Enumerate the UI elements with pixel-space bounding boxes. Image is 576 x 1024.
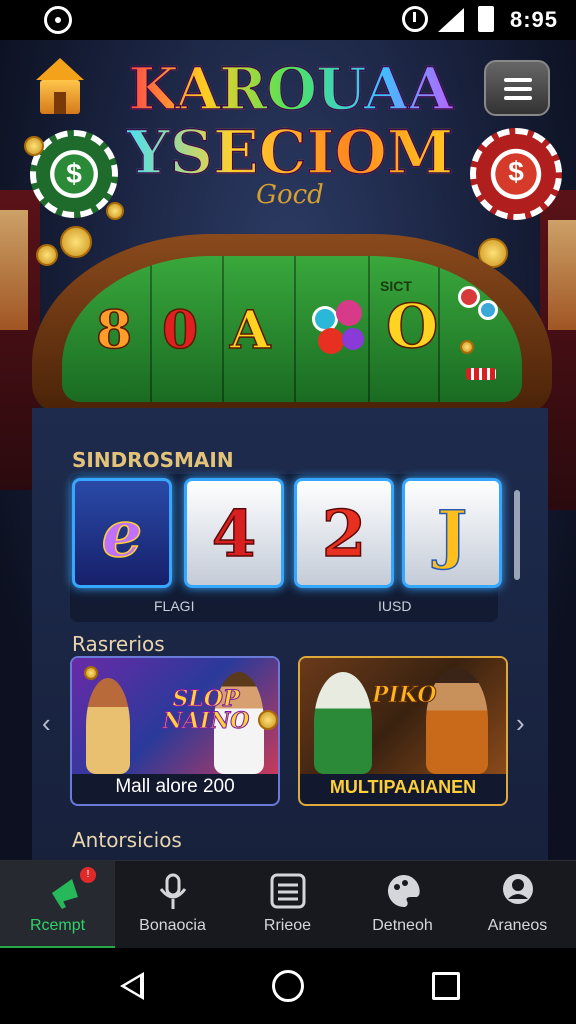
- small-chip-icon: [478, 300, 498, 320]
- coin-icon: [106, 202, 124, 220]
- reel-tile[interactable]: J: [402, 478, 502, 588]
- dealer-figure: [86, 678, 130, 774]
- nav-item-detneoh[interactable]: Detneoh: [345, 861, 460, 949]
- nav-item-araneos[interactable]: Araneos: [460, 861, 575, 949]
- home-circle-icon[interactable]: [272, 970, 304, 1002]
- coin-icon: [36, 244, 58, 266]
- chip-stack-icon: [466, 368, 496, 380]
- menu-button[interactable]: [484, 60, 550, 116]
- bottom-nav: ! Rcempt Bonaocia Rrieoe Detneoh Araneos: [0, 860, 576, 949]
- game-label: Mall alore 200: [115, 776, 235, 797]
- red-chip-icon: $: [470, 128, 562, 220]
- section-title-footer: Antorsicios: [72, 828, 182, 852]
- reel-tile[interactable]: e: [72, 478, 172, 588]
- signal-icon: [438, 8, 464, 32]
- logo-line2: YSECIOM: [120, 119, 460, 187]
- nav-label: Bonaocia: [139, 917, 206, 934]
- reel-symbol: J: [436, 496, 468, 573]
- coin-icon: [84, 666, 98, 680]
- notification-badge: !: [80, 867, 96, 883]
- slot-symbol: 0: [161, 299, 199, 362]
- app-circle-icon: [44, 6, 72, 34]
- nav-item-bonaocia[interactable]: Bonaocia: [115, 861, 230, 949]
- nav-label: Detneoh: [372, 917, 433, 934]
- game-label: MULTIPAAIANEN: [329, 777, 477, 797]
- reel-tile[interactable]: 2: [294, 478, 394, 588]
- reel-caption: FLAGI: [154, 598, 195, 614]
- chevron-right-icon[interactable]: ›: [516, 708, 525, 739]
- coin-icon: [460, 340, 474, 354]
- nav-label: Rcempt: [29, 917, 86, 934]
- back-icon[interactable]: [120, 972, 144, 1000]
- nav-item-rrieoe[interactable]: Rrieoe: [230, 861, 345, 949]
- list-icon: [270, 873, 306, 909]
- nav-label: Rrieoe: [263, 917, 312, 934]
- section-title-reels: SINDROSMAIN: [72, 448, 234, 472]
- character-figure: [314, 672, 372, 774]
- app-logo: KAROUAA YSECIOM Gocd: [120, 57, 460, 228]
- nav-label: Araneos: [487, 917, 548, 934]
- slot-symbol: O: [385, 291, 439, 363]
- app-screen: 8:95 KAROUAA YSECIOM Gocd $ $ SICT 8 0 A…: [0, 0, 576, 1024]
- reel-scrollbar[interactable]: [514, 490, 520, 580]
- profile-icon: [503, 874, 533, 904]
- reel-symbol: 4: [211, 496, 257, 573]
- system-nav-bar: [0, 948, 576, 1024]
- alarm-icon: [402, 6, 428, 32]
- slot-symbol: A: [229, 299, 271, 362]
- nav-item-rcempt[interactable]: ! Rcempt: [0, 861, 115, 949]
- status-bar: 8:95: [0, 0, 576, 40]
- home-icon[interactable]: [36, 58, 84, 116]
- reel-symbol: e: [101, 496, 143, 573]
- section-title-games: Rasrerios: [72, 632, 165, 656]
- slot-symbol: 8: [95, 299, 133, 362]
- battery-icon: [478, 6, 494, 32]
- chevron-left-icon[interactable]: ‹: [42, 708, 51, 739]
- coin-icon: [60, 226, 92, 258]
- candy-cluster-icon: [308, 298, 370, 360]
- reel-caption: IUSD: [378, 598, 412, 614]
- coin-icon: [24, 136, 44, 156]
- game-card-art: [300, 658, 506, 774]
- small-chip-icon: [458, 286, 480, 308]
- logo-line1: KAROUAA: [120, 57, 460, 121]
- status-time: 8:95: [510, 7, 559, 32]
- game-logo: PIKO: [372, 682, 438, 709]
- palette-icon: [387, 874, 420, 908]
- recent-apps-icon[interactable]: [432, 972, 460, 1000]
- reel-symbol: 2: [321, 496, 367, 573]
- game-logo: SLOP NAINO: [162, 686, 250, 734]
- microphone-icon: [159, 873, 187, 909]
- reel-tile[interactable]: 4: [184, 478, 284, 588]
- game-card[interactable]: SLOP NAINO Mall alore 200: [70, 656, 280, 806]
- game-card[interactable]: PIKO MULTIPAAIANEN: [298, 656, 508, 806]
